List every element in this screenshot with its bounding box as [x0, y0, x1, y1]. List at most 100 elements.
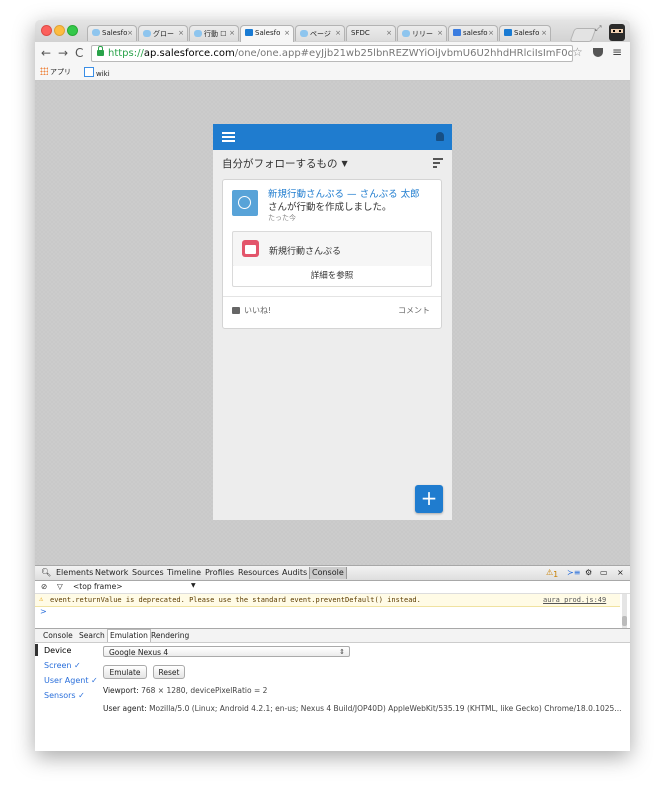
close-tab-icon[interactable]: ×: [229, 29, 235, 37]
close-tab-icon[interactable]: ×: [541, 29, 547, 37]
browser-window: Salesfo × グロー × 行動 ☐ × Salesfo × ページ × SFDC × …: [35, 20, 630, 751]
page-viewport: 自分がフォローするもの ▼ 新規行動さんぷる — さんぷる 太郎 さんが行動を作成…: [35, 81, 630, 565]
salesforce-cloud-icon: [92, 29, 100, 36]
close-devtools-icon[interactable]: ×: [617, 568, 624, 577]
tab-console[interactable]: Console: [309, 567, 347, 579]
publisher-plus-button[interactable]: +: [415, 485, 443, 513]
devtools-panel: 🔍︎ Elements Network Sources Timeline Pro…: [35, 565, 630, 751]
browser-tab[interactable]: Salesfo ×: [499, 25, 551, 41]
close-tab-icon[interactable]: ×: [437, 29, 443, 37]
browser-tab[interactable]: salesfo ×: [448, 25, 498, 41]
record-name: 新規行動さんぷる: [269, 247, 342, 257]
chrome-menu-icon[interactable]: ≡: [612, 45, 622, 59]
tab-sources[interactable]: Sources: [132, 568, 164, 577]
close-window-button[interactable]: [41, 25, 52, 36]
sort-filter-icon[interactable]: [433, 158, 443, 168]
browser-tab[interactable]: SFDC ×: [346, 25, 396, 41]
settings-gear-icon[interactable]: ⚙: [585, 568, 592, 577]
tab-profiles[interactable]: Profiles: [205, 568, 234, 577]
drawer-tab-rendering[interactable]: Rendering: [151, 631, 189, 640]
salesforce1-header: [213, 124, 452, 150]
browser-tab[interactable]: 行動 ☐ ×: [189, 25, 239, 41]
like-button[interactable]: いいね!: [232, 305, 271, 316]
reload-icon[interactable]: C: [75, 46, 83, 60]
frame-dropdown-arrow-icon[interactable]: ▼: [191, 582, 196, 589]
dock-icon[interactable]: ▭: [600, 568, 608, 577]
emulation-section-sensors[interactable]: Sensors ✓: [44, 691, 85, 700]
zoom-window-button[interactable]: [67, 25, 78, 36]
devtools-tabbar: 🔍︎ Elements Network Sources Timeline Pro…: [35, 566, 630, 581]
view-details-button[interactable]: 詳細を参照: [232, 266, 432, 287]
user-avatar-icon[interactable]: [232, 190, 258, 216]
close-tab-icon[interactable]: ×: [386, 29, 392, 37]
comment-button[interactable]: コメント: [398, 305, 430, 316]
drawer-tab-search[interactable]: Search: [79, 631, 105, 640]
drawer-tab-emulation[interactable]: Emulation: [107, 629, 151, 642]
address-bar[interactable]: https://ap.salesforce.com/one/one.app#ey…: [91, 45, 573, 62]
thumbs-up-icon: [232, 307, 240, 314]
warning-triangle-icon: ⚠: [39, 595, 44, 603]
frame-selector[interactable]: <top frame>: [73, 582, 122, 591]
hamburger-menu-icon[interactable]: [222, 132, 235, 142]
emulation-device-pane: Google Nexus 4 ⇕ Emulate Reset Viewport: …: [103, 642, 623, 751]
drawer-tab-console[interactable]: Console: [43, 631, 73, 640]
warning-count-badge[interactable]: ⚠ 1: [546, 568, 558, 579]
show-drawer-icon[interactable]: ≻≡: [567, 568, 580, 577]
filter-funnel-icon[interactable]: ▽: [57, 582, 63, 591]
new-tab-button[interactable]: [569, 28, 597, 42]
feed-item-text: さんが行動を作成しました。: [268, 202, 392, 213]
emulation-section-user-agent[interactable]: User Agent ✓: [44, 676, 98, 685]
calendar-event-icon: [242, 240, 259, 257]
close-tab-icon[interactable]: ×: [335, 29, 341, 37]
salesforce1-icon: [245, 29, 253, 36]
feed-item-card: 新規行動さんぷる — さんぷる 太郎 さんが行動を作成しました。 たった今 新規…: [222, 179, 442, 329]
browser-tab[interactable]: ページ ×: [295, 25, 345, 41]
browser-tab-active[interactable]: Salesfo ×: [240, 25, 294, 42]
record-preview[interactable]: 新規行動さんぷる: [232, 231, 432, 267]
tab-resources[interactable]: Resources: [238, 568, 279, 577]
close-tab-icon[interactable]: ×: [488, 29, 494, 37]
close-tab-icon[interactable]: ×: [178, 29, 184, 37]
caret-down-icon: ▼: [341, 159, 348, 168]
bookmark-apps[interactable]: アプリ: [40, 67, 71, 77]
tab-network[interactable]: Network: [95, 568, 128, 577]
clear-console-icon[interactable]: ⊘: [41, 582, 47, 591]
tab-timeline[interactable]: Timeline: [167, 568, 201, 577]
emulation-section-screen[interactable]: Screen ✓: [44, 661, 81, 670]
notifications-bell-icon[interactable]: [436, 132, 444, 141]
user-agent-info: User agent: Mozilla/5.0 (Linux; Android …: [103, 704, 622, 713]
back-arrow-icon[interactable]: ←: [41, 46, 51, 60]
device-select[interactable]: Google Nexus 4 ⇕: [103, 646, 350, 657]
emulation-section-device[interactable]: Device: [44, 646, 71, 655]
forward-arrow-icon[interactable]: →: [58, 46, 68, 60]
minimize-window-button[interactable]: [54, 25, 65, 36]
selected-indicator: [35, 644, 38, 656]
console-scrollbar[interactable]: [622, 594, 627, 628]
salesforce-cloud-icon: [402, 30, 410, 37]
bookmark-star-icon[interactable]: ☆: [572, 45, 583, 59]
console-source-link[interactable]: aura_prod.js:49: [543, 596, 606, 604]
console-message: event.returnValue is deprecated. Please …: [50, 596, 421, 604]
browser-tab[interactable]: Salesfo ×: [87, 25, 137, 41]
browser-tab[interactable]: リリー ×: [397, 25, 447, 41]
emulation-sidebar: Device Screen ✓ User Agent ✓ Sensors ✓: [35, 642, 98, 751]
inspect-search-icon[interactable]: 🔍︎: [41, 568, 51, 577]
browser-tab[interactable]: グロー ×: [138, 25, 188, 41]
tab-elements[interactable]: Elements: [56, 568, 93, 577]
google-icon: [453, 29, 461, 36]
feed-filter-dropdown[interactable]: 自分がフォローするもの ▼: [222, 156, 348, 171]
close-tab-icon[interactable]: ×: [127, 29, 133, 37]
viewport-info: Viewport: 768 × 1280, devicePixelRatio =…: [103, 686, 268, 695]
reset-button[interactable]: Reset: [153, 665, 185, 679]
salesforce-cloud-icon: [194, 30, 202, 37]
close-tab-icon[interactable]: ×: [284, 29, 290, 37]
console-prompt[interactable]: >: [40, 607, 47, 616]
bookmark-wiki[interactable]: wiki: [84, 67, 110, 78]
tab-audits[interactable]: Audits: [282, 568, 307, 577]
lock-icon: [97, 46, 104, 56]
fullscreen-icon[interactable]: ⤢: [595, 24, 601, 34]
emulate-button[interactable]: Emulate: [103, 665, 147, 679]
apps-grid-icon: [40, 67, 48, 75]
pocket-icon[interactable]: [593, 48, 603, 57]
ninja-profile-icon[interactable]: [608, 22, 626, 41]
